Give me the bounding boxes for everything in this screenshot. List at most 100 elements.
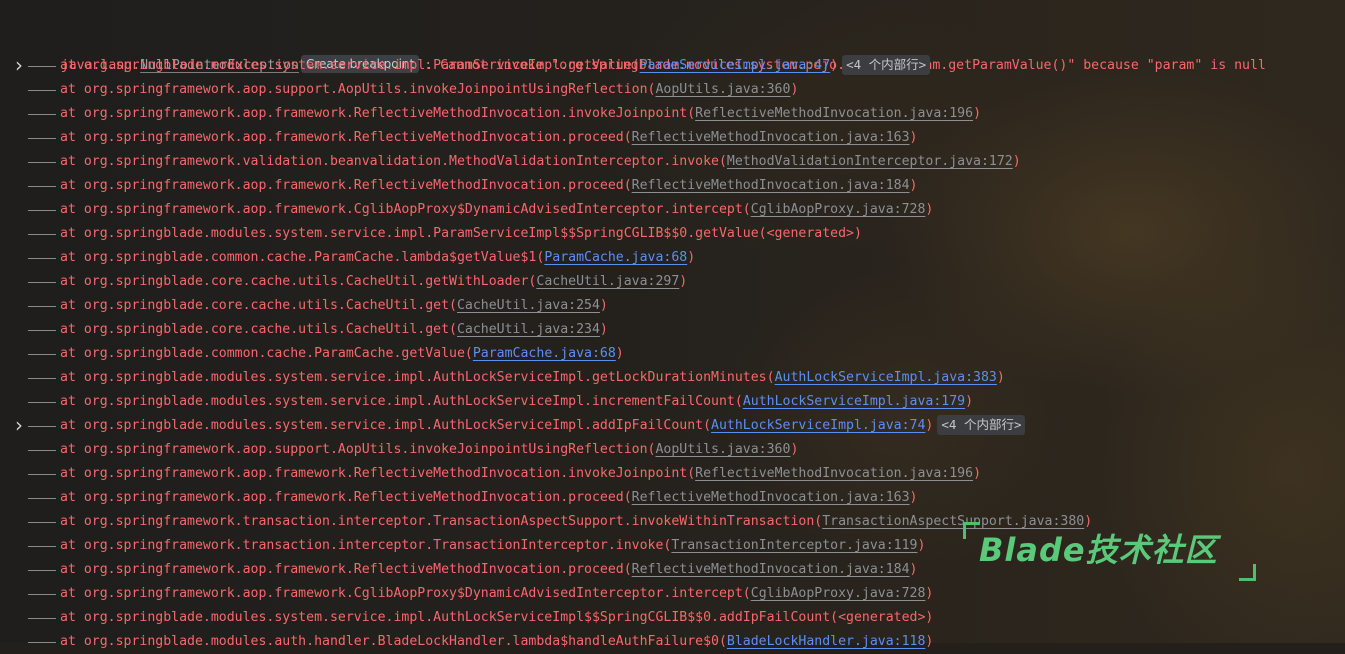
internal-lines-fold-badge[interactable]: <4 个内部行> [937,415,1026,435]
frame-source-link[interactable]: ReflectiveMethodInvocation.java:184 [632,178,910,193]
frame-text: at org.springblade.modules.system.servic… [60,606,933,630]
frame-text: at org.springframework.aop.framework.Ref… [60,558,918,582]
frame-indent-line [28,498,56,499]
frame-source-link[interactable]: ReflectiveMethodInvocation.java:184 [632,562,910,577]
frame-indent-line [28,522,56,523]
expand-chevron-icon[interactable]: › [15,415,25,435]
frame-indent-line [28,306,56,307]
frame-source-link[interactable]: ParamCache.java:68 [544,250,687,265]
frame-close-paren: ) [973,466,982,481]
frame-close-paren: ) [687,250,696,265]
frame-indent-line [28,450,56,451]
frame-text: at org.springblade.common.cache.ParamCac… [60,246,695,270]
frame-method: at org.springframework.aop.support.AopUt… [60,442,656,457]
frame-text: at org.springframework.aop.framework.Cgl… [60,198,933,222]
frame-method: at org.springblade.modules.system.servic… [60,394,743,409]
frame-text: at org.springblade.core.cache.utils.Cach… [60,318,608,342]
frame-source-link[interactable]: AuthLockServiceImpl.java:383 [775,370,997,385]
frame-close-paren: ) [599,298,608,313]
frame-close-paren: ) [925,202,934,217]
frame-close-paren: ) [599,322,608,337]
frame-method: at org.springblade.modules.system.servic… [60,418,712,433]
frame-indent-line [28,330,56,331]
frame-close-paren: ) [615,346,624,361]
frame-text: at org.springblade.modules.system.servic… [60,222,862,246]
frame-text: at org.springframework.aop.support.AopUt… [60,78,798,102]
blade-community-watermark: Blade技术社区 [955,520,1265,582]
frame-method: at org.springframework.aop.framework.Ref… [60,490,632,505]
frame-method: at org.springframework.aop.framework.Ref… [60,106,696,121]
watermark-corner-top-left [963,522,980,539]
frame-indent-line [28,594,56,595]
exception-header-line: java.lang.NullPointerException Create bre… [29,30,1266,73]
frame-source-link[interactable]: BladeLockHandler.java:118 [727,634,926,649]
frame-text: at org.springblade.modules.system.servic… [60,366,1005,390]
frame-indent-line [28,234,56,235]
frame-method: at org.springblade.common.cache.ParamCac… [60,346,473,361]
frame-indent-line [28,282,56,283]
frame-text: at org.springblade.modules.system.servic… [60,414,1026,438]
frame-close-paren: ) [925,586,934,601]
frame-method: at org.springblade.core.cache.utils.Cach… [60,322,457,337]
frame-source-link[interactable]: CacheUtil.java:234 [457,322,600,337]
frame-indent-line [28,618,56,619]
frame-close-paren: ) [909,178,918,193]
frame-source-link[interactable]: CglibAopProxy.java:728 [751,202,926,217]
frame-source-link[interactable]: ReflectiveMethodInvocation.java:196 [695,106,973,121]
frame-text: at org.springframework.aop.framework.Ref… [60,486,918,510]
watermark-corner-bottom-right [1239,564,1256,581]
internal-lines-fold-badge[interactable]: <4 个内部行> [842,55,931,75]
frame-close-paren: ) [909,562,918,577]
frame-indent-line [28,378,56,379]
frame-method: at org.springblade.core.cache.utils.Cach… [60,274,537,289]
frame-close-paren: ) [909,130,918,145]
frame-indent-line [28,210,56,211]
frame-source-link[interactable]: ReflectiveMethodInvocation.java:163 [632,490,910,505]
frame-text: at org.springframework.validation.beanva… [60,150,1021,174]
frame-source-link[interactable]: ParamCache.java:68 [473,346,616,361]
frame-method: at org.springblade.modules.system.servic… [60,226,862,241]
frame-source-link[interactable]: CacheUtil.java:254 [457,298,600,313]
watermark-text: Blade技术社区 [979,531,1218,569]
frame-text: at org.springframework.aop.framework.Ref… [60,126,918,150]
frame-source-link[interactable]: CglibAopProxy.java:728 [751,586,926,601]
frame-source-link[interactable]: AopUtils.java:360 [655,82,790,97]
frame-method: at org.springblade.modules.system.servic… [60,58,640,73]
frame-text: at org.springframework.transaction.inter… [60,510,1092,534]
frame-source-link[interactable]: ReflectiveMethodInvocation.java:196 [695,466,973,481]
frame-method: at org.springframework.aop.support.AopUt… [60,82,656,97]
frame-close-paren: ) [1012,154,1021,169]
frame-source-link[interactable]: AuthLockServiceImpl.java:74 [711,418,925,433]
frame-text: at org.springframework.aop.framework.Cgl… [60,582,933,606]
frame-method: at org.springframework.validation.beanva… [60,154,727,169]
frame-indent-line [28,162,56,163]
frame-text: at org.springblade.core.cache.utils.Cach… [60,294,608,318]
frame-source-link[interactable]: TransactionInterceptor.java:119 [671,538,917,553]
frame-source-link[interactable]: AuthLockServiceImpl.java:179 [743,394,965,409]
frame-close-paren: ) [996,370,1005,385]
frame-indent-line [28,474,56,475]
expand-chevron-icon[interactable]: › [15,55,25,75]
frame-indent-line [28,138,56,139]
frame-text: at org.springblade.modules.system.servic… [60,390,973,414]
frame-source-link[interactable]: AopUtils.java:360 [655,442,790,457]
frame-method: at org.springframework.aop.framework.Ref… [60,466,696,481]
frame-indent-line [28,90,56,91]
frame-source-link[interactable]: CacheUtil.java:297 [536,274,679,289]
frame-method: at org.springframework.transaction.inter… [60,538,672,553]
frame-close-paren: ) [790,442,799,457]
frame-method: at org.springblade.modules.system.servic… [60,370,775,385]
frame-indent-line [28,354,56,355]
frame-source-link[interactable]: ParamServiceImpl.java:47 [640,58,831,73]
frame-close-paren: ) [917,538,926,553]
frame-text: at org.springframework.aop.support.AopUt… [60,438,798,462]
frame-method: at org.springblade.modules.system.servic… [60,610,934,625]
frame-text: at org.springframework.aop.framework.Ref… [60,102,981,126]
frame-indent-line [28,570,56,571]
frame-source-link[interactable]: MethodValidationInterceptor.java:172 [727,154,1013,169]
frame-indent-line [28,114,56,115]
frame-source-link[interactable]: ReflectiveMethodInvocation.java:163 [632,130,910,145]
frame-indent-line [28,546,56,547]
frame-text: at org.springblade.modules.auth.handler.… [60,630,933,654]
frame-method: at org.springframework.aop.framework.Cgl… [60,586,751,601]
